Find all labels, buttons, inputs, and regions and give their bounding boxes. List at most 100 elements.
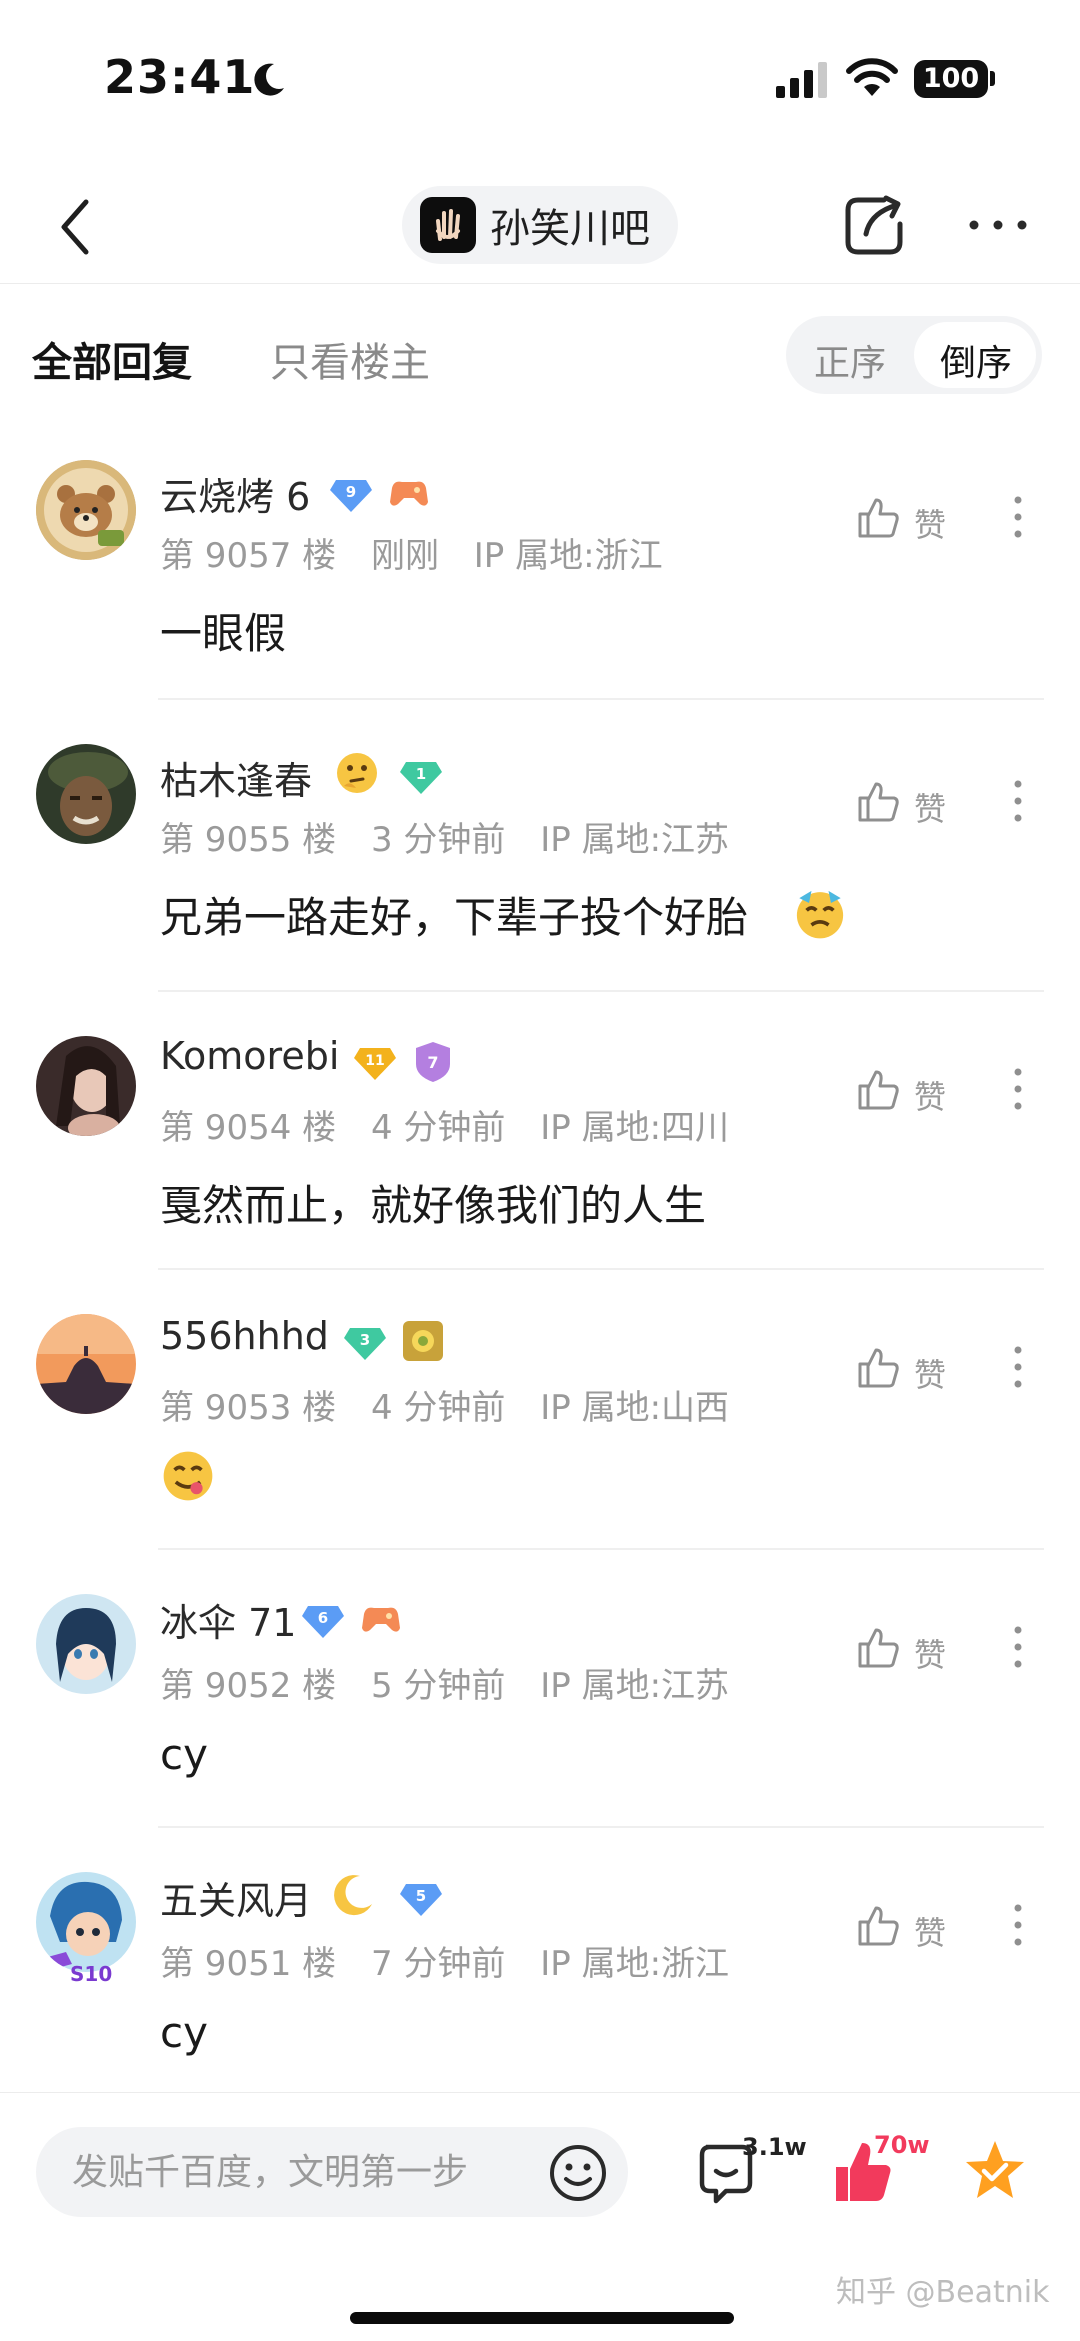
comment-item: Komorebi 11 7 第 9054 楼 4 分钟前 IP 属地:四川 戛然… [0,1012,1080,1270]
badge-level-text: 11 [365,1053,384,1069]
bear-avatar-image [36,460,136,560]
avatar[interactable] [36,1594,136,1694]
cellular-signal-icon [776,62,827,98]
post-time: 3 分钟前 [370,820,506,860]
forum-name: 孙笑川吧 [490,206,650,252]
level-diamond-badge: 5 [400,1884,442,1916]
nav-bar: 孙笑川吧 [0,170,1080,284]
comment-text: cy [160,2008,208,2057]
comment-meta: 第 9051 楼 7 分钟前 IP 属地:浙江 [160,1936,753,1985]
badge-level-text: 6 [318,1609,328,1627]
avatar[interactable] [36,744,136,844]
comment-meta: 第 9055 楼 3 分钟前 IP 属地:江苏 [160,812,753,861]
share-icon[interactable] [840,190,910,260]
avatar[interactable] [36,1036,136,1136]
comment-more-icon[interactable] [1010,1902,1026,1948]
anime-girl-avatar-image [36,1594,136,1694]
hand-icon [436,209,460,241]
comment-more-icon[interactable] [1010,778,1026,824]
comment-item: 云烧烤 6 9 第 9057 楼 刚刚 IP 属地:浙江 一眼假 赞 [0,440,1080,700]
username[interactable]: 云烧烤 6 [160,466,310,521]
badge-level-text: 7 [427,1053,438,1072]
forum-avatar [420,197,476,253]
status-time: 23:41 [104,50,256,104]
comment-divider [158,1826,1044,1828]
username[interactable]: 五关风月 [160,1870,312,1925]
sort-descending-option[interactable]: 倒序 [940,334,1012,386]
comment-count: 3.1w [742,2133,807,2161]
comment-more-icon[interactable] [1010,1066,1026,1112]
badge-level-text: 3 [360,1331,370,1349]
ip-location: IP 属地:江苏 [540,1666,730,1706]
username[interactable]: Komorebi [160,1034,339,1078]
like-label[interactable]: 赞 [914,1908,946,1954]
comment-more-icon[interactable] [1010,494,1026,540]
like-label[interactable]: 赞 [914,784,946,830]
comment-meta: 第 9054 楼 4 分钟前 IP 属地:四川 [160,1100,753,1149]
comment-text: 兄弟一路走好，下辈子投个好胎 [160,893,749,942]
like-label[interactable]: 赞 [914,1072,946,1118]
battery-indicator: 100 [914,60,988,98]
ip-location: IP 属地:山西 [540,1388,730,1428]
floor-number: 第 9053 楼 [160,1388,337,1428]
avatar[interactable] [36,1314,136,1414]
avatar[interactable] [36,1872,136,1972]
avatar-level-tag: S10 [70,1962,113,1986]
battery-tip [990,71,995,86]
tab-owner-only[interactable]: 只看楼主 [270,330,430,388]
like-count: 70w [874,2131,930,2159]
floor-number: 第 9055 楼 [160,820,337,860]
comment-text: 一眼假 [160,609,287,658]
username[interactable]: 556hhhd [160,1314,329,1358]
crying-emoji-icon [796,890,844,939]
comment-meta: 第 9052 楼 5 分钟前 IP 属地:江苏 [160,1658,753,1707]
floor-number: 第 9054 楼 [160,1108,337,1148]
favorite-star-icon[interactable] [962,2137,1028,2203]
tab-all-replies[interactable]: 全部回复 [32,330,192,388]
thumbs-up-icon[interactable] [856,1904,900,1948]
more-options-icon[interactable] [966,214,1030,236]
comment-item: 556hhhd 3 第 9053 楼 4 分钟前 IP 属地:山西 赞 [0,1290,1080,1552]
username[interactable]: 冰伞 71 [160,1592,296,1647]
level-diamond-badge: 3 [344,1328,386,1360]
level-shield-badge: 7 [416,1042,450,1082]
like-label[interactable]: 赞 [914,1630,946,1676]
badge-level-text: 1 [416,765,426,783]
like-label[interactable]: 赞 [914,1350,946,1396]
forum-title-pill[interactable]: 孙笑川吧 [402,186,678,264]
man-avatar-image [36,744,136,844]
floor-number: 第 9052 楼 [160,1666,337,1706]
comment-divider [158,990,1044,992]
sort-ascending-option[interactable]: 正序 [814,334,886,386]
thumbs-up-icon[interactable] [856,1346,900,1390]
avatar[interactable] [36,460,136,560]
sort-order-toggle[interactable]: 正序 倒序 [786,316,1042,394]
thumbs-up-icon[interactable] [856,1626,900,1670]
home-indicator [350,2312,734,2324]
thumbs-up-icon[interactable] [856,1068,900,1112]
ip-location: IP 属地:浙江 [540,1944,730,1984]
thumbs-up-icon[interactable] [856,496,900,540]
comment-more-icon[interactable] [1010,1624,1026,1670]
ip-location: IP 属地:江苏 [540,820,730,860]
emoji-icon[interactable] [548,2143,608,2203]
gamepad-badge-icon [390,481,428,506]
comment-text: cy [160,1730,208,1779]
back-arrow-icon[interactable] [52,194,100,260]
post-time: 7 分钟前 [370,1944,506,1984]
gamepad-badge-icon [362,1607,400,1632]
status-bar: 23:41 100 [0,0,1080,160]
like-label[interactable]: 赞 [914,500,946,546]
thumbs-up-icon[interactable] [856,780,900,824]
level-diamond-badge: 1 [400,762,442,794]
girl-avatar-image [36,1036,136,1136]
yummy-emoji-icon [163,1451,213,1501]
reply-input[interactable] [36,2127,628,2217]
comment-item: 冰伞 71 6 第 9052 楼 5 分钟前 IP 属地:江苏 cy 赞 [0,1572,1080,1828]
sunset-dome-avatar-image [36,1314,136,1414]
ip-location: IP 属地:四川 [540,1108,730,1148]
comment-more-icon[interactable] [1010,1344,1026,1390]
floor-number: 第 9057 楼 [160,536,337,576]
cartoon-avatar-image [36,1872,136,1972]
username[interactable]: 枯木逢春 [160,750,312,805]
